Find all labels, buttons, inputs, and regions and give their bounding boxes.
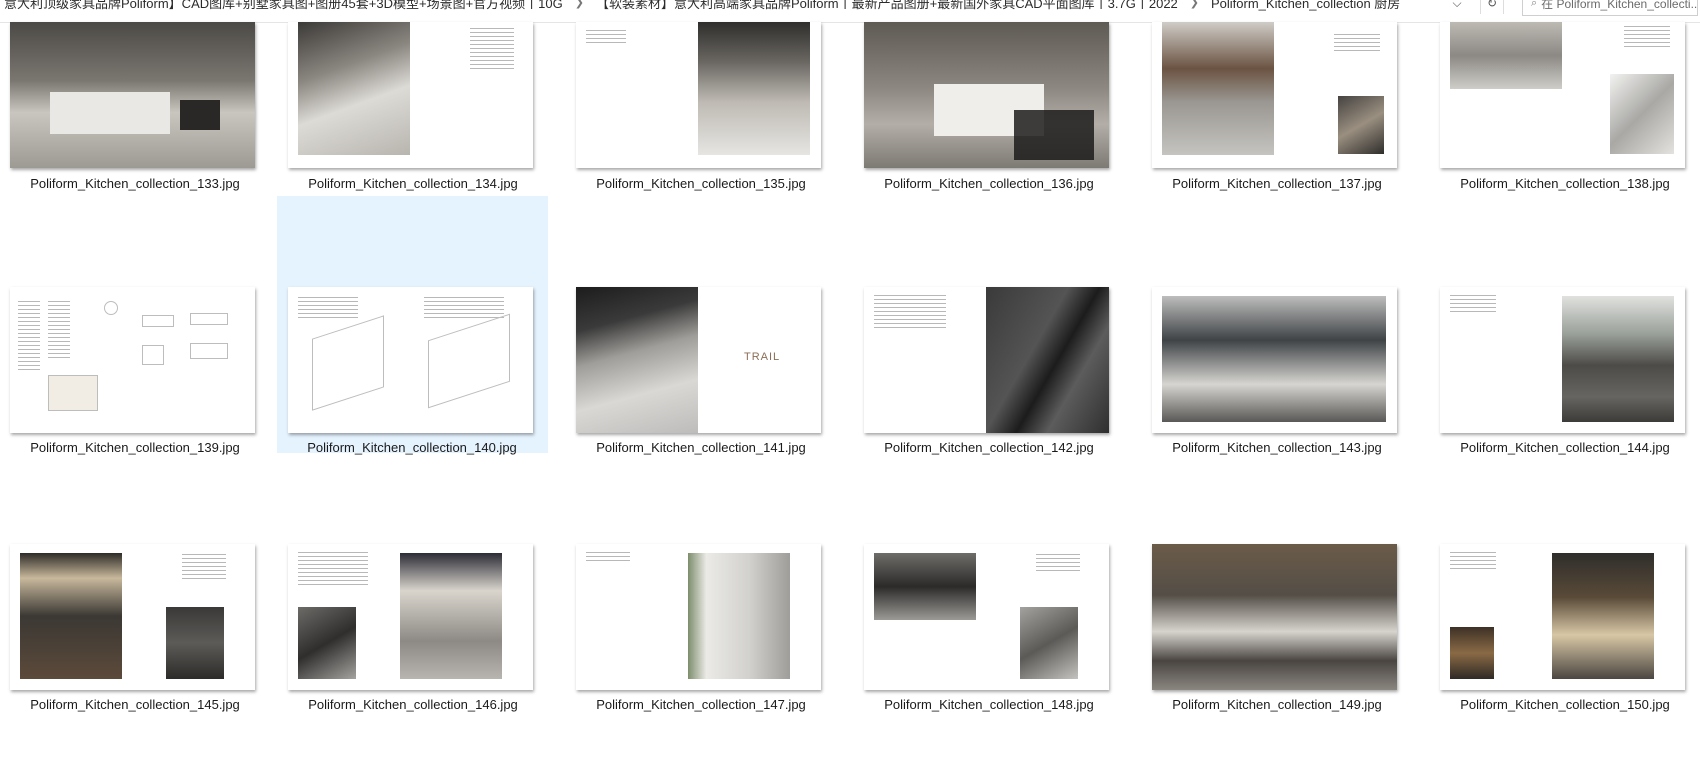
search-input[interactable]: ⌕ 在 Poliform_Kitchen_collecti... — [1522, 0, 1698, 16]
file-tile[interactable]: Poliform_Kitchen_collection_139.jpg — [0, 196, 270, 476]
thumbnail — [10, 22, 255, 168]
page-word: TRAIL — [744, 351, 781, 363]
refresh-icon[interactable]: ↻ — [1480, 0, 1504, 14]
breadcrumb-item[interactable]: 意大利顶级家具品牌Poliform】CAD图库+别墅家具图+图册45套+3D模型… — [0, 0, 569, 12]
file-tile[interactable]: TRAIL Poliform_Kitchen_collection_141.jp… — [566, 196, 836, 476]
search-placeholder: 在 Poliform_Kitchen_collecti... — [1541, 0, 1698, 11]
file-grid: Poliform_Kitchen_collection_133.jpg Poli… — [0, 22, 1700, 784]
breadcrumb: 意大利顶级家具品牌Poliform】CAD图库+别墅家具图+图册45套+3D模型… — [0, 0, 1406, 13]
chevron-down-icon[interactable]: ⌵ — [1446, 0, 1468, 14]
thumbnail — [1152, 22, 1397, 168]
file-name: Poliform_Kitchen_collection_150.jpg — [1460, 697, 1670, 712]
thumbnail — [288, 544, 533, 690]
file-name: Poliform_Kitchen_collection_136.jpg — [884, 176, 1094, 191]
file-tile[interactable]: Poliform_Kitchen_collection_142.jpg — [854, 196, 1124, 476]
file-name: Poliform_Kitchen_collection_149.jpg — [1172, 697, 1382, 712]
thumbnail — [1152, 287, 1397, 433]
file-name: Poliform_Kitchen_collection_139.jpg — [30, 440, 240, 455]
chevron-right-icon[interactable]: ❯ — [1184, 0, 1205, 9]
file-name: Poliform_Kitchen_collection_145.jpg — [30, 697, 240, 712]
file-name: Poliform_Kitchen_collection_146.jpg — [308, 697, 518, 712]
thumbnail: TRAIL — [576, 287, 821, 433]
thumbnail — [1440, 544, 1685, 690]
thumbnail — [10, 544, 255, 690]
file-tile[interactable]: Poliform_Kitchen_collection_148.jpg — [854, 474, 1124, 754]
address-bar: 意大利顶级家具品牌Poliform】CAD图库+别墅家具图+图册45套+3D模型… — [0, 0, 1700, 23]
chevron-right-icon[interactable]: ❯ — [569, 0, 590, 9]
thumbnail — [1440, 287, 1685, 433]
file-tile[interactable]: Poliform_Kitchen_collection_146.jpg — [278, 474, 548, 754]
thumbnail — [864, 287, 1109, 433]
file-name: Poliform_Kitchen_collection_138.jpg — [1460, 176, 1670, 191]
search-icon: ⌕ — [1531, 0, 1538, 9]
file-name: Poliform_Kitchen_collection_133.jpg — [30, 176, 240, 191]
file-name: Poliform_Kitchen_collection_134.jpg — [308, 176, 518, 191]
thumbnail — [864, 22, 1109, 168]
file-name: Poliform_Kitchen_collection_147.jpg — [596, 697, 806, 712]
file-name: Poliform_Kitchen_collection_144.jpg — [1460, 440, 1670, 455]
file-tile[interactable]: Poliform_Kitchen_collection_143.jpg — [1142, 196, 1412, 476]
file-tile-selected[interactable]: Poliform_Kitchen_collection_140.jpg — [277, 196, 548, 455]
file-name: Poliform_Kitchen_collection_137.jpg — [1172, 176, 1382, 191]
file-tile[interactable]: Poliform_Kitchen_collection_144.jpg — [1430, 196, 1700, 476]
thumbnail — [288, 287, 533, 433]
file-tile[interactable]: Poliform_Kitchen_collection_149.jpg — [1142, 474, 1412, 754]
breadcrumb-item[interactable]: Poliform_Kitchen_collection 厨房 — [1205, 0, 1406, 12]
file-tile[interactable]: Poliform_Kitchen_collection_145.jpg — [0, 474, 270, 754]
file-name: Poliform_Kitchen_collection_142.jpg — [884, 440, 1094, 455]
thumbnail — [576, 22, 821, 168]
thumbnail — [1152, 544, 1397, 690]
file-name: Poliform_Kitchen_collection_143.jpg — [1172, 440, 1382, 455]
file-name: Poliform_Kitchen_collection_148.jpg — [884, 697, 1094, 712]
breadcrumb-item[interactable]: 【软装素材】意大利高端家具品牌Poliform丨最新产品图册+最新国外家具CAD… — [590, 0, 1184, 12]
file-tile[interactable]: Poliform_Kitchen_collection_150.jpg — [1430, 474, 1700, 754]
thumbnail — [1440, 22, 1685, 168]
file-name: Poliform_Kitchen_collection_141.jpg — [596, 440, 806, 455]
thumbnail — [10, 287, 255, 433]
file-tile[interactable]: Poliform_Kitchen_collection_147.jpg — [566, 474, 836, 754]
file-name: Poliform_Kitchen_collection_140.jpg — [307, 440, 517, 455]
thumbnail — [576, 544, 821, 690]
thumbnail — [288, 22, 533, 168]
file-name: Poliform_Kitchen_collection_135.jpg — [596, 176, 806, 191]
thumbnail — [864, 544, 1109, 690]
